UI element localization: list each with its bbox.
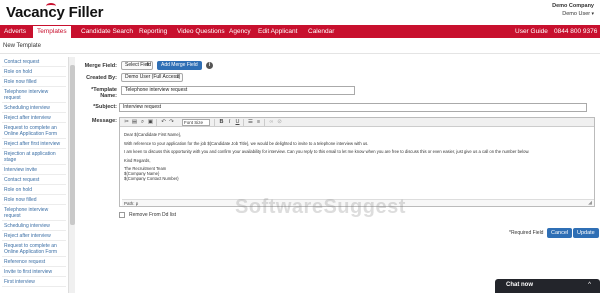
- account-menu[interactable]: Demo Company Demo User: [552, 2, 594, 18]
- update-button[interactable]: Update: [573, 228, 599, 238]
- info-icon[interactable]: i: [206, 62, 213, 69]
- undo-icon[interactable]: ↶: [160, 119, 167, 126]
- nav-phone: 0844 800 9376: [554, 28, 598, 35]
- remove-checkbox[interactable]: [119, 212, 125, 218]
- sidebar-item-reject-after-interview-2[interactable]: Reject after interview: [2, 231, 66, 241]
- page-title: New Template: [3, 43, 41, 49]
- required-field-note: *Required Field: [509, 230, 544, 236]
- nav-reporting[interactable]: Reporting: [135, 25, 171, 38]
- nav-edit-applicant[interactable]: Edit Applicant: [254, 25, 301, 38]
- bold-icon[interactable]: B: [218, 119, 225, 126]
- paste-icon[interactable]: ▤: [131, 119, 138, 126]
- find-icon[interactable]: ⌕: [139, 119, 146, 126]
- chevron-updown-icon: ⇕: [145, 62, 150, 68]
- editor-toolbar: ✂ ▤ ⌕ ▣ ↶ ↷ Font Size B I U ☰ ≡ ∞ ⊘: [120, 118, 594, 127]
- subject-input[interactable]: Interview request: [119, 103, 587, 112]
- sidebar-item-first-interview[interactable]: First interview: [2, 277, 66, 287]
- toolbar-separator: [156, 119, 157, 126]
- template-sidebar: Contact request Role on hold Role now fi…: [0, 57, 76, 293]
- sidebar-item-contact-request-2[interactable]: Contact request: [2, 175, 66, 185]
- created-by-value: Demo User (Full Access): [125, 74, 181, 80]
- sidebar-item-telephone-interview-2[interactable]: Telephone interview request: [2, 205, 66, 221]
- sidebar-item-interview-invite[interactable]: Interview invite: [2, 165, 66, 175]
- nav-agency[interactable]: Agency: [225, 25, 255, 38]
- chevron-updown-icon: ⇕: [175, 74, 180, 80]
- company-name: Demo Company: [552, 3, 594, 9]
- remove-checkbox-label: Remove From Dd list: [129, 212, 176, 218]
- sidebar-item-rejection-application[interactable]: Rejection at application stage: [2, 149, 66, 165]
- toolbar-separator: [214, 119, 215, 126]
- message-line: Kind Regards,: [124, 157, 151, 163]
- template-name-label: *Template Name:: [91, 87, 117, 99]
- nav-templates[interactable]: Templates: [32, 25, 72, 38]
- redo-icon[interactable]: ↷: [168, 119, 175, 126]
- sidebar-item-reference-request[interactable]: Reference request: [2, 257, 66, 267]
- merge-field-label: Merge Field:: [84, 63, 117, 69]
- font-size-select[interactable]: Font Size: [182, 119, 210, 126]
- sidebar-item-reject-first-interview[interactable]: Reject after first interview: [2, 139, 66, 149]
- sidebar-item-role-now-filled[interactable]: Role now filled: [2, 77, 66, 87]
- message-line: I am keen to discuss this opportunity wi…: [124, 149, 530, 154]
- sidebar-item-contact-request[interactable]: Contact request: [2, 57, 66, 67]
- main-nav: Adverts Templates Candidate Search Repor…: [0, 25, 600, 38]
- nav-adverts[interactable]: Adverts: [0, 25, 30, 38]
- app-logo[interactable]: Vacancy Filler: [6, 3, 103, 21]
- sidebar-scrollbar[interactable]: [68, 57, 75, 293]
- top-bar: Vacancy Filler Demo Company Demo User: [0, 0, 600, 25]
- message-body[interactable]: Dear ${Candidate First Name}, With refer…: [124, 132, 590, 181]
- nav-user-guide[interactable]: User Guide: [511, 25, 552, 38]
- created-by-label: Created By:: [86, 75, 117, 81]
- user-name[interactable]: Demo User: [552, 10, 594, 18]
- add-merge-field-button[interactable]: Add Merge Field: [157, 61, 202, 70]
- italic-icon[interactable]: I: [226, 119, 233, 126]
- nav-calendar[interactable]: Calendar: [304, 25, 338, 38]
- template-name-input[interactable]: Telephone interview request: [121, 86, 355, 95]
- message-line: ${Company Contact Number}: [124, 176, 179, 181]
- sidebar-item-role-on-hold-2[interactable]: Role on hold: [2, 185, 66, 195]
- toolbar-separator: [243, 119, 244, 126]
- sidebar-item-invite-first-interview[interactable]: Invite to first interview: [2, 267, 66, 277]
- message-line: With reference to your application for t…: [124, 140, 369, 146]
- logo-swoosh-icon: [46, 3, 56, 9]
- bullet-list-icon[interactable]: ☰: [247, 119, 254, 126]
- sidebar-item-role-now-filled-2[interactable]: Role now filled: [2, 195, 66, 205]
- underline-icon[interactable]: U: [234, 119, 241, 126]
- merge-field-select[interactable]: Select Field ⇕: [121, 61, 153, 70]
- sidebar-item-online-application-2[interactable]: Request to complete an Online Applicatio…: [2, 241, 66, 257]
- unlink-icon[interactable]: ⊘: [276, 119, 283, 126]
- template-list: Contact request Role on hold Role now fi…: [2, 57, 66, 287]
- chevron-up-icon[interactable]: ^: [588, 282, 591, 288]
- sidebar-item-role-on-hold[interactable]: Role on hold: [2, 67, 66, 77]
- message-editor[interactable]: ✂ ▤ ⌕ ▣ ↶ ↷ Font Size B I U ☰ ≡ ∞ ⊘ Dear…: [119, 117, 595, 207]
- message-line: Dear ${Candidate First Name},: [124, 132, 182, 137]
- created-by-select[interactable]: Demo User (Full Access) ⇕: [121, 73, 183, 82]
- toolbar-separator: [264, 119, 265, 126]
- nav-candidate-search[interactable]: Candidate Search: [77, 25, 137, 38]
- sidebar-item-telephone-interview[interactable]: Telephone interview request: [2, 87, 66, 103]
- editor-path-text: Path: p: [124, 201, 139, 206]
- cancel-button[interactable]: Cancel: [547, 228, 573, 238]
- numbered-list-icon[interactable]: ≡: [255, 119, 262, 126]
- sidebar-item-scheduling-interview[interactable]: Scheduling interview: [2, 103, 66, 113]
- image-icon[interactable]: ▣: [147, 119, 154, 126]
- sidebar-item-reject-after-interview[interactable]: Reject after interview: [2, 113, 66, 123]
- divider: [0, 53, 600, 54]
- sidebar-item-scheduling-interview-2[interactable]: Scheduling interview: [2, 221, 66, 231]
- message-label: Message:: [91, 118, 117, 124]
- resize-handle-icon[interactable]: ◢: [588, 200, 592, 207]
- watermark: SoftwareSuggest: [235, 196, 406, 218]
- link-icon[interactable]: ∞: [268, 119, 275, 126]
- subject-label: *Subject:: [93, 104, 117, 110]
- cut-icon[interactable]: ✂: [123, 119, 130, 126]
- nav-video-questions[interactable]: Video Questions: [173, 25, 229, 38]
- chat-label: Chat now: [506, 282, 533, 288]
- chat-widget[interactable]: Chat now ^: [495, 279, 600, 293]
- sidebar-scroll-thumb[interactable]: [70, 65, 75, 225]
- sidebar-item-online-application[interactable]: Request to complete an Online Applicatio…: [2, 123, 66, 139]
